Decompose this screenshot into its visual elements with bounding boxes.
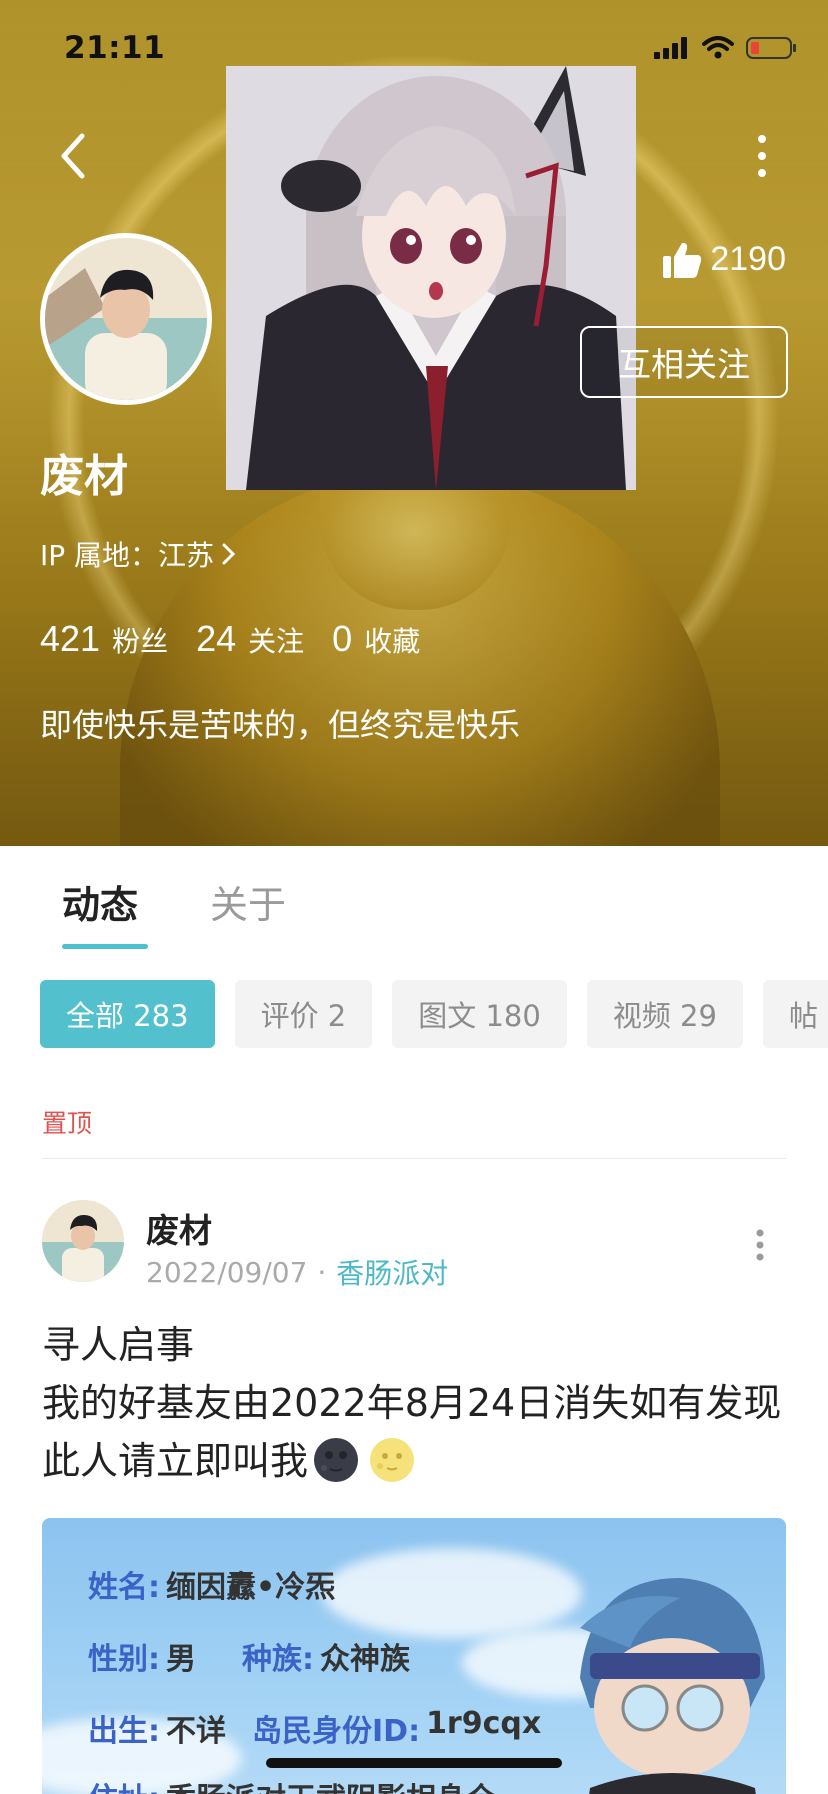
wifi-icon xyxy=(702,36,734,59)
filter-posts[interactable]: 帖 xyxy=(762,980,828,1048)
new-moon-face-icon xyxy=(314,1438,359,1482)
following-label[interactable]: 关注 xyxy=(248,620,304,660)
home-indicator[interactable] xyxy=(266,1758,562,1768)
tab-activity[interactable]: 动态 xyxy=(62,874,138,929)
card-key: 住址: xyxy=(88,1774,160,1794)
post-author-name[interactable]: 废材 xyxy=(146,1204,212,1252)
card-value: 1r9cqx xyxy=(426,1706,542,1741)
following-count[interactable]: 24 xyxy=(196,618,236,660)
profile-bio: 即使快乐是苦味的，但终究是快乐 xyxy=(40,706,521,744)
battery-low-icon xyxy=(746,37,796,59)
favorites-label[interactable]: 收藏 xyxy=(364,620,420,660)
ip-location-label: IP 属地：江苏 xyxy=(40,539,215,572)
card-value: 缅因纛•冷炁 xyxy=(166,1570,336,1605)
card-key: 姓名: xyxy=(88,1570,160,1605)
profile-header-background: 21:11 2190 互相关注 废材 IP 属地：江苏 421 粉丝 24 关注… xyxy=(0,0,828,846)
back-arrow-icon[interactable] xyxy=(52,128,96,184)
cloud-decoration xyxy=(322,1548,582,1638)
card-value: 众神族 xyxy=(320,1642,410,1677)
card-key: 岛民身份ID: xyxy=(252,1714,421,1749)
post-meta: 2022/09/07 · 香肠派对 xyxy=(146,1252,448,1292)
card-value: 不详 xyxy=(166,1714,226,1749)
followers-count[interactable]: 421 xyxy=(40,618,100,660)
divider xyxy=(42,1158,786,1159)
post-date: 2022/09/07 xyxy=(146,1255,308,1289)
profile-avatar[interactable] xyxy=(40,233,212,405)
post-text-line-1: 寻人启事 xyxy=(42,1323,195,1367)
post-topic-link[interactable]: 香肠派对 xyxy=(336,1252,448,1292)
ip-location[interactable]: IP 属地：江苏 xyxy=(40,534,238,574)
profile-tabs: 动态 关于 xyxy=(0,846,828,956)
pinned-label: 置顶 xyxy=(42,1109,93,1138)
filter-all[interactable]: 全部 283 xyxy=(40,980,215,1048)
more-options-icon[interactable] xyxy=(750,132,774,180)
likes-number: 2190 xyxy=(710,240,786,278)
filter-image-text[interactable]: 图文 180 xyxy=(392,980,567,1048)
full-moon-face-icon xyxy=(370,1438,415,1482)
chevron-right-icon xyxy=(222,543,236,565)
status-time: 21:11 xyxy=(64,30,166,66)
card-value: 香肠派对天武阴影相身仓 xyxy=(166,1774,496,1794)
mutual-follow-button[interactable]: 互相关注 xyxy=(580,326,788,398)
post-image-id-card[interactable]: 姓名: 缅因纛•冷炁 性别: 男 种族: 众神族 出生: 不详 岛民身份ID: … xyxy=(42,1518,786,1794)
status-bar: 21:11 xyxy=(0,0,828,100)
likes-count: 2190 xyxy=(662,240,786,279)
cartoon-character-illustration xyxy=(580,1578,765,1794)
followers-label[interactable]: 粉丝 xyxy=(112,620,168,660)
card-key: 种族: xyxy=(242,1642,314,1677)
cellular-signal-icon xyxy=(654,37,687,59)
card-row-name: 姓名: 缅因纛•冷炁 xyxy=(88,1562,335,1606)
card-value: 男 xyxy=(166,1642,196,1677)
filter-reviews[interactable]: 评价 2 xyxy=(234,980,373,1048)
active-tab-indicator xyxy=(62,944,148,949)
tab-about[interactable]: 关于 xyxy=(210,874,286,929)
thumbs-up-icon xyxy=(663,242,702,278)
profile-stats: 421 粉丝 24 关注 0 收藏 xyxy=(40,618,448,660)
anime-girl-image xyxy=(226,66,636,490)
filter-videos[interactable]: 视频 29 xyxy=(586,980,743,1048)
card-key: 出生: xyxy=(88,1714,160,1749)
card-row-birth-id: 出生: 不详 岛民身份ID: 1r9cqx xyxy=(88,1706,541,1750)
content-filter-chips: 全部 283 评价 2 图文 180 视频 29 帖 xyxy=(40,980,828,1048)
profile-nickname: 废材 xyxy=(40,451,128,502)
post-more-options-icon[interactable] xyxy=(754,1228,766,1262)
post-text[interactable]: 寻人启事 我的好基友由2022年8月24日消失如有发现此人请立即叫我 xyxy=(42,1316,802,1490)
card-row-address: 住址: 香肠派对天武阴影相身仓 xyxy=(88,1774,496,1794)
card-key: 性别: xyxy=(88,1642,160,1677)
post-text-line-2: 我的好基友由2022年8月24日消失如有发现此人请立即叫我 xyxy=(42,1374,802,1490)
favorites-count[interactable]: 0 xyxy=(332,618,352,660)
post-author-avatar[interactable] xyxy=(42,1200,124,1282)
card-row-gender-race: 性别: 男 种族: 众神族 xyxy=(88,1634,410,1678)
meta-separator: · xyxy=(317,1255,327,1289)
